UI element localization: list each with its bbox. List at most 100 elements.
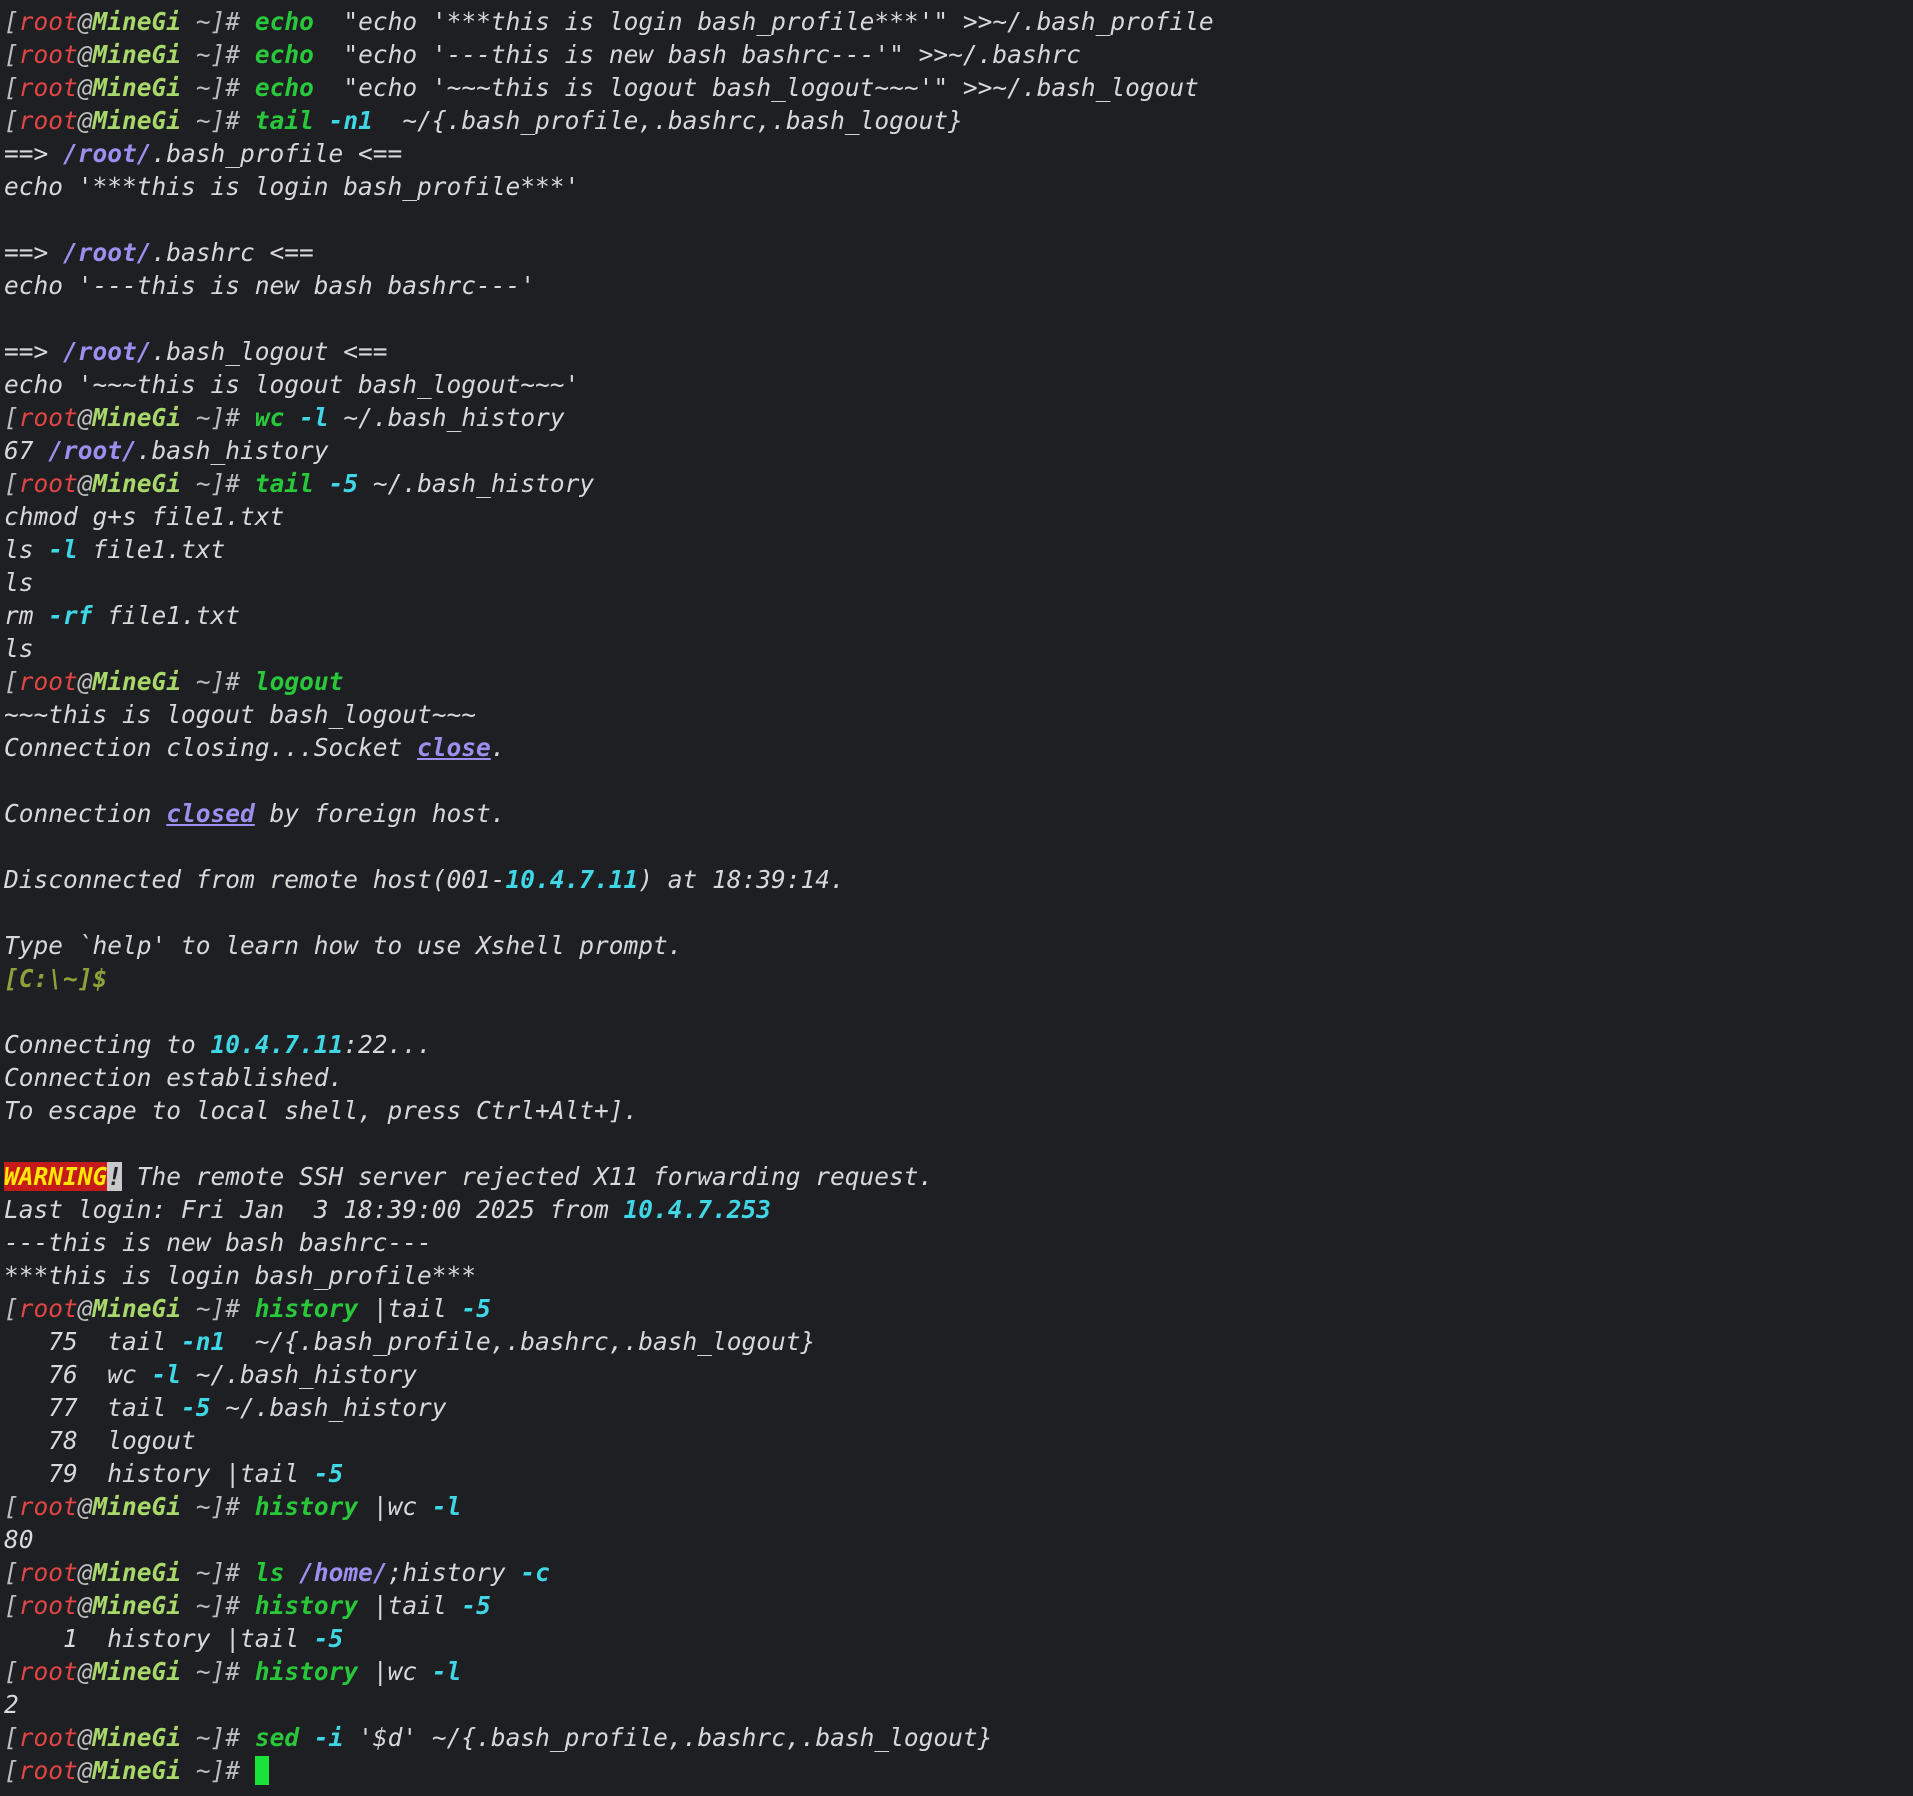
prompt-user: root [18,1558,78,1587]
terminal-line: ---this is new bash bashrc--- [4,1226,1913,1259]
prompt-bracket: # [225,1294,255,1323]
prompt-bracket: ~] [181,1723,226,1752]
path-text: /root/ [48,436,137,465]
command-name: echo [254,73,314,102]
prompt-host: MineGi [92,1492,182,1521]
prompt-bracket: @ [77,1657,93,1686]
ip-address: 10.4.7.11 [505,865,639,894]
terminal-output[interactable]: [root@MineGi ~]# echo "echo '***this is … [0,0,1913,1796]
prompt-bracket: [ [4,1756,19,1785]
terminal-line: 76 wc -l ~/.bash_history [4,1358,1913,1391]
terminal-line: [root@MineGi ~]# ls /home/;history -c [4,1556,1913,1589]
terminal-line: ==> /root/.bash_profile <== [4,137,1913,170]
terminal-line: [root@MineGi ~]# history |tail -5 [4,1292,1913,1325]
prompt-user: root [18,403,78,432]
command-name: ls [254,1558,285,1587]
prompt-bracket: # [225,1591,255,1620]
output-text: ls [4,535,49,564]
command-name: history [254,1492,359,1521]
prompt-bracket: # [225,1492,255,1521]
command-name: tail [254,469,314,498]
output-text: ~/{.bash_profile,.bashrc,.bash_logout} [372,106,963,135]
command-name: history [254,1657,359,1686]
prompt-host: MineGi [92,106,182,135]
prompt-bracket: # [225,403,255,432]
prompt-bracket: @ [77,106,93,135]
prompt-bracket: @ [77,1723,93,1752]
prompt-user: root [18,1723,78,1752]
output-text: 80 [4,1525,34,1554]
path-text: /root/ [63,238,152,267]
output-text: 2 [4,1690,19,1719]
output-text: Disconnected from remote host(001- [4,865,506,894]
prompt-bracket: [ [4,106,19,135]
prompt-bracket: ~] [181,40,226,69]
prompt-bracket: @ [77,1492,93,1521]
output-text: ls [4,634,34,663]
terminal-line: [root@MineGi ~]# tail -n1 ~/{.bash_profi… [4,104,1913,137]
terminal-line: Connection closing...Socket close. [4,731,1913,764]
output-text: 79 history |tail [4,1459,314,1488]
prompt-user: root [18,1591,78,1620]
command-flag: -l [48,535,78,564]
command-flag: -l [431,1492,462,1521]
output-text: Connection established. [4,1063,344,1092]
prompt-bracket: @ [77,1558,93,1587]
terminal-line: ls [4,632,1913,665]
prompt-bracket: # [225,106,255,135]
output-text: ~/{.bash_profile,.bashrc,.bash_logout} [225,1327,816,1356]
prompt-host: MineGi [92,7,182,36]
output-text: ~/.bash_history [210,1393,447,1422]
command-name: logout [254,667,344,696]
output-text: chmod g+s file1.txt [4,502,285,531]
terminal-line: echo '***this is login bash_profile***' [4,170,1913,203]
terminal-line: Last login: Fri Jan 3 18:39:00 2025 from… [4,1193,1913,1226]
prompt-bracket: [ [4,7,19,36]
path-text: /root/ [63,139,152,168]
prompt-bracket: ~] [181,667,226,696]
command-flag: -5 [328,469,359,498]
output-text: ~/.bash_history [358,469,595,498]
command-flag: -5 [181,1393,211,1422]
path-text: /home/ [299,1558,388,1587]
output-text: .bashrc <== [151,238,314,267]
output-text: ls [4,568,34,597]
prompt-bracket: ~] [181,1657,226,1686]
command-flag: -5 [313,1459,344,1488]
output-text: |tail [358,1591,462,1620]
command-flag: -5 [461,1591,491,1620]
output-text: echo '***this is login bash_profile***' [4,172,580,201]
prompt-bracket: ~] [181,1294,226,1323]
prompt-bracket: [ [4,1558,19,1587]
output-text: |tail [358,1294,462,1323]
prompt-host: MineGi [92,1294,182,1323]
terminal-line: 75 tail -n1 ~/{.bash_profile,.bashrc,.ba… [4,1325,1913,1358]
terminal-line: 79 history |tail -5 [4,1457,1913,1490]
command-name: wc [254,403,285,432]
warning-mark: ! [107,1162,123,1191]
terminal-line: [root@MineGi ~]# echo "echo '***this is … [4,5,1913,38]
output-text: .bash_history [136,436,329,465]
output-text: echo '~~~this is logout bash_logout~~~' [4,370,580,399]
prompt-bracket: ~] [181,403,226,432]
prompt-host: MineGi [92,1657,182,1686]
terminal-line: Connection established. [4,1061,1913,1094]
output-text: file1.txt [92,601,241,630]
terminal-line: [root@MineGi ~]# history |wc -l [4,1655,1913,1688]
output-text: |wc [358,1657,432,1686]
output-text: ~~~this is logout bash_logout~~~ [4,700,477,729]
output-text: 77 tail [4,1393,182,1422]
command-name: history [254,1591,359,1620]
terminal-line: ls -l file1.txt [4,533,1913,566]
prompt-bracket: ~] [181,73,226,102]
prompt-bracket: @ [77,1591,93,1620]
output-text: The remote SSH server rejected X11 forwa… [122,1162,934,1191]
terminal-line: [root@MineGi ~]# echo "echo '~~~this is … [4,71,1913,104]
terminal-line: echo '~~~this is logout bash_logout~~~' [4,368,1913,401]
output-text: :22... [343,1030,432,1059]
terminal-line: 77 tail -5 ~/.bash_history [4,1391,1913,1424]
prompt-bracket: # [225,1558,255,1587]
